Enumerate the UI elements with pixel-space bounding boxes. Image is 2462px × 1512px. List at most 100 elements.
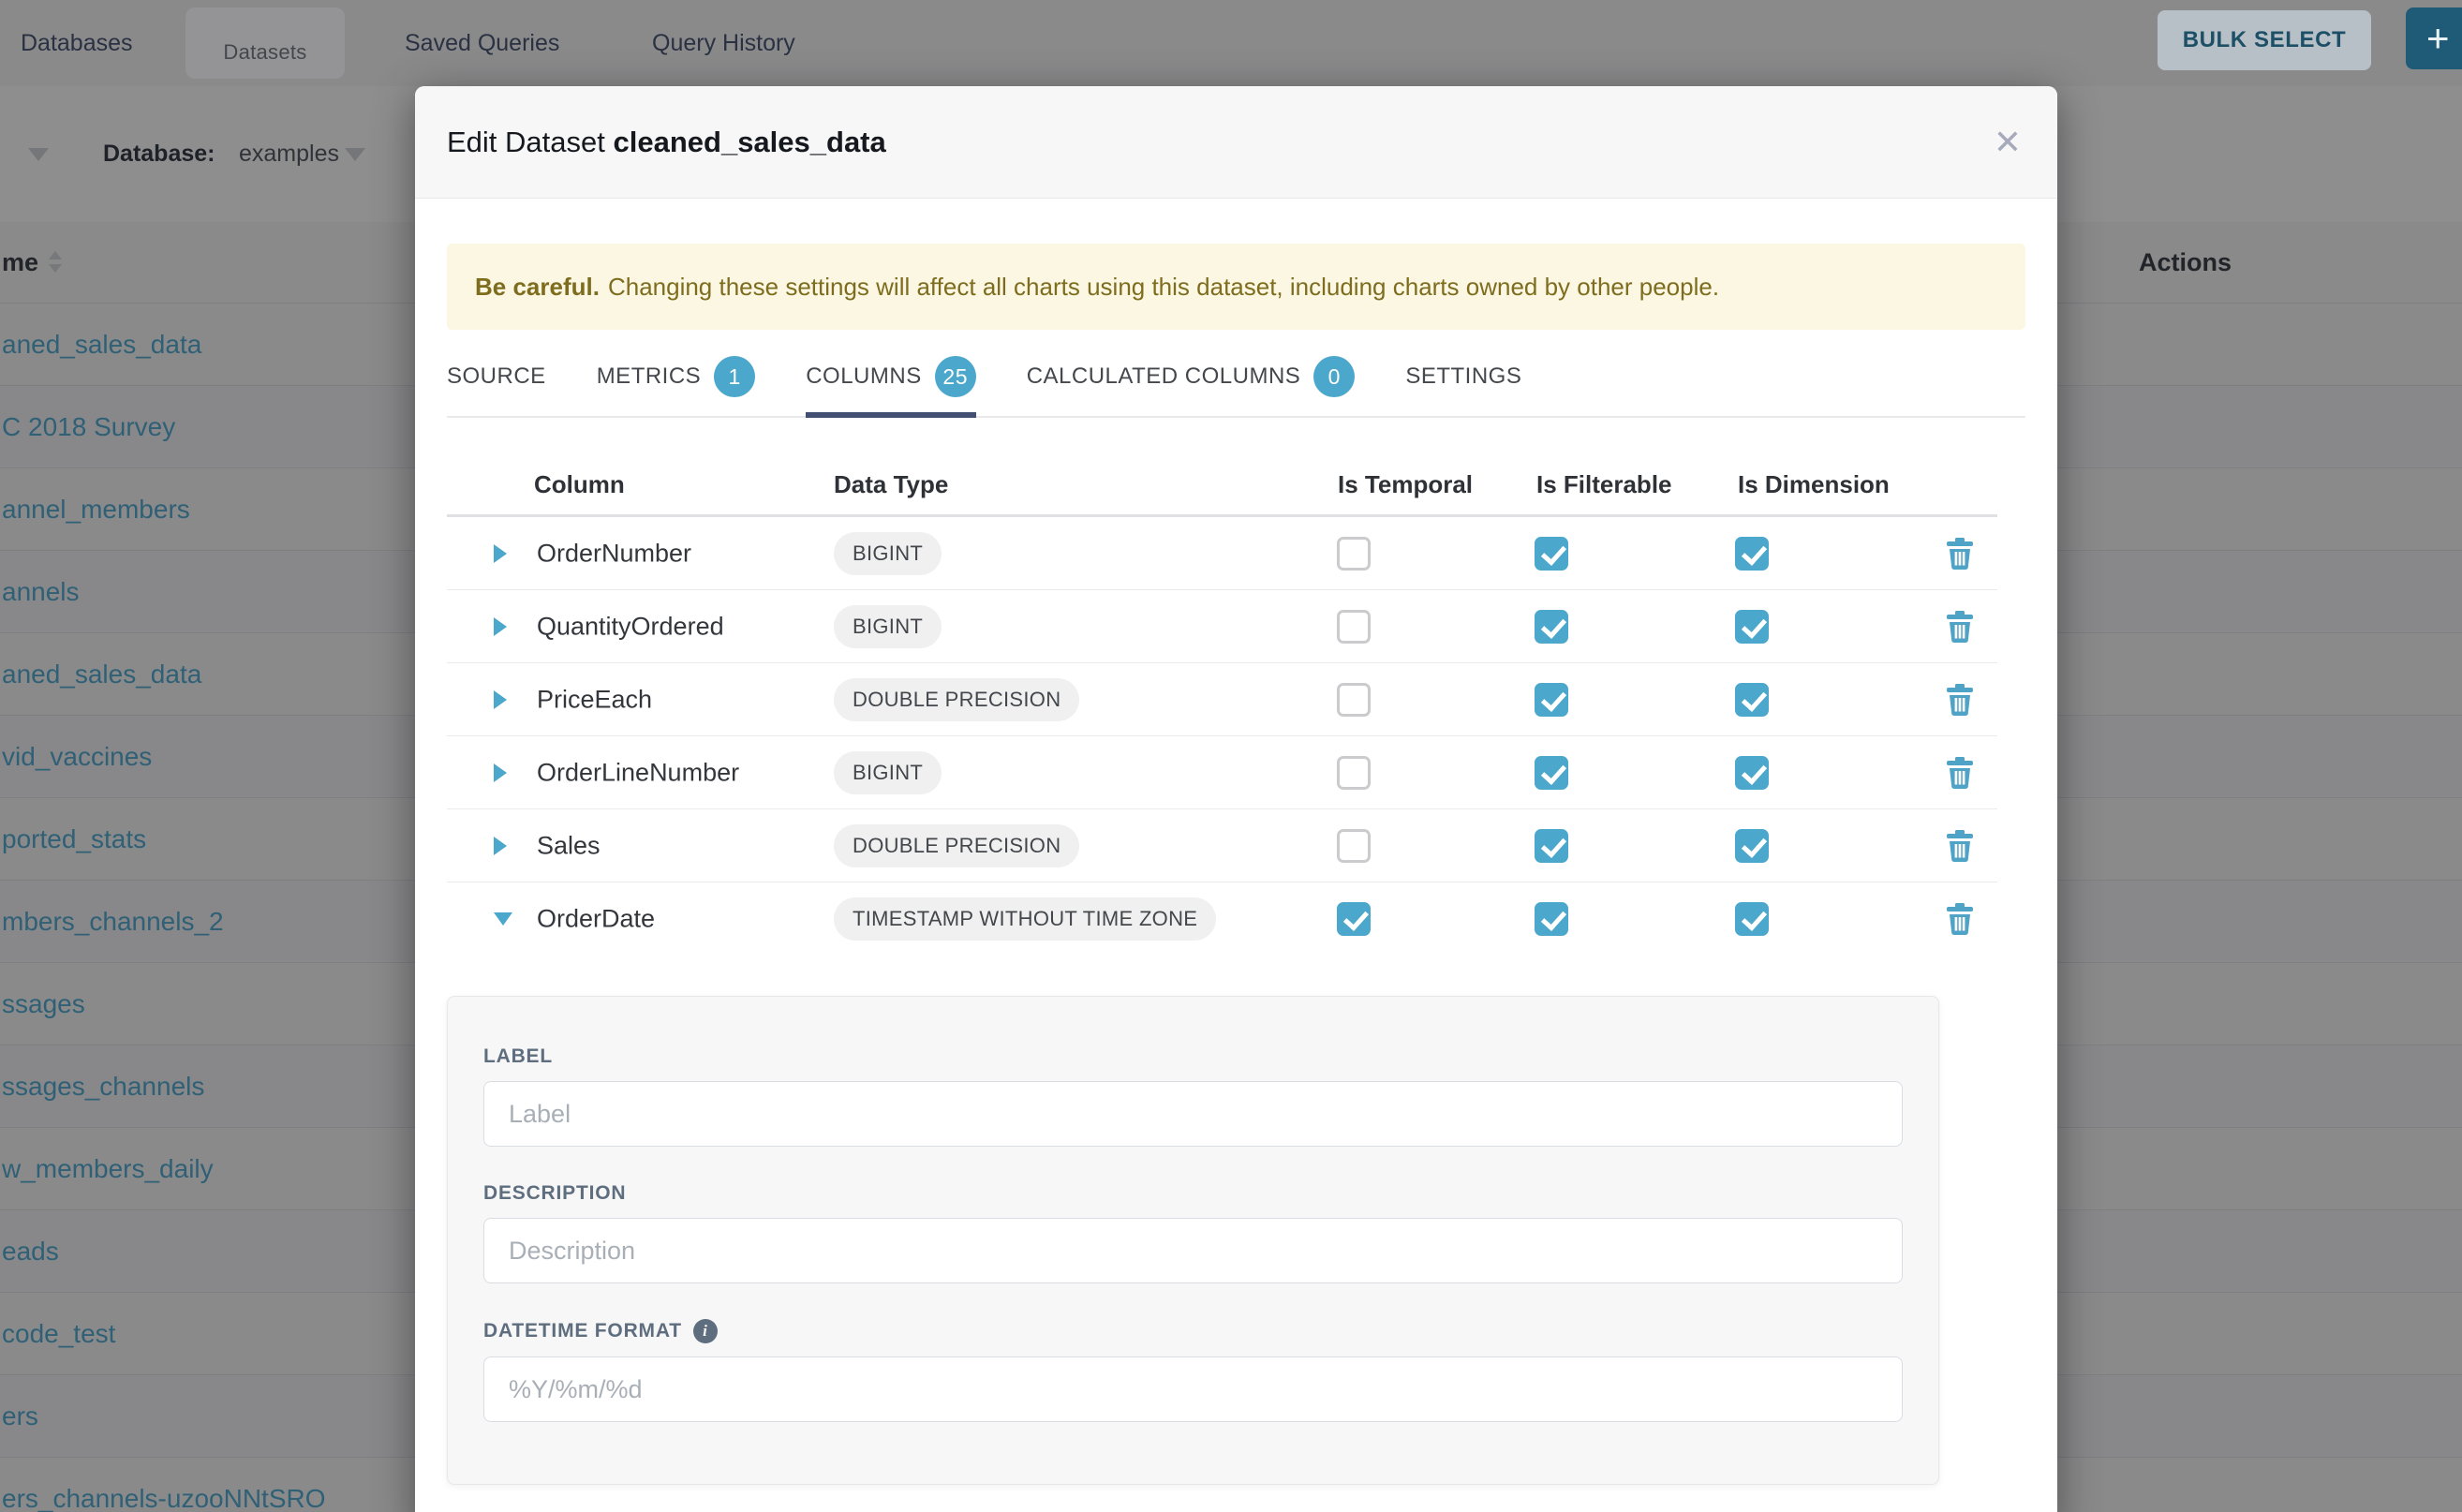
column-name: OrderLineNumber (537, 758, 739, 787)
is-dimension-checkbox[interactable] (1735, 683, 1769, 717)
header-data-type: Data Type (834, 470, 948, 499)
label-field-label: LABEL (483, 1045, 1903, 1068)
data-type-pill: TIMESTAMP WITHOUT TIME ZONE (834, 897, 1216, 941)
column-row: PriceEachDOUBLE PRECISION (447, 663, 1997, 736)
column-row: QuantityOrdered BIGINT (447, 590, 1997, 663)
dataset-link[interactable]: ers_channels-uzooNNtSRO (2, 1458, 326, 1512)
description-input[interactable] (483, 1218, 1903, 1283)
warning-text: Changing these settings will affect all … (608, 273, 1719, 302)
tab-metrics[interactable]: METRICS 1 (597, 356, 756, 416)
nav-item-saved-queries[interactable]: Saved Queries (405, 0, 559, 86)
delete-column-icon[interactable] (1946, 757, 1974, 789)
column-name: OrderNumber (537, 539, 691, 568)
nav-item-datasets-active[interactable]: Datasets (185, 7, 345, 79)
dataset-link[interactable]: w_members_daily (2, 1128, 214, 1210)
columns-table-header: Column Data Type Is Temporal Is Filterab… (447, 418, 1997, 517)
dataset-link[interactable]: ported_stats (2, 798, 146, 881)
column-row: OrderLineNumber BIGINT (447, 736, 1997, 809)
column-detail-panel: LABEL DESCRIPTION DATETIME FORMAT i (447, 996, 1939, 1485)
column-row: OrderNumber BIGINT (447, 517, 1997, 590)
is-filterable-checkbox[interactable] (1535, 829, 1568, 863)
is-filterable-checkbox[interactable] (1535, 610, 1568, 644)
add-dataset-button[interactable]: + (2406, 7, 2462, 69)
database-chevron-down-icon[interactable] (345, 148, 365, 161)
nav-item-query-history[interactable]: Query History (652, 0, 795, 86)
is-filterable-checkbox[interactable] (1535, 683, 1568, 717)
description-field-label: DESCRIPTION (483, 1182, 1903, 1205)
dataset-link[interactable]: aned_sales_data (2, 633, 201, 716)
sort-icon[interactable] (49, 251, 62, 273)
nav-item-databases[interactable]: Databases (21, 0, 133, 86)
database-filter-value[interactable]: examples (239, 86, 339, 222)
datetime-format-input[interactable] (483, 1356, 1903, 1422)
dataset-link[interactable]: ers (2, 1375, 38, 1458)
data-type-pill: DOUBLE PRECISION (834, 824, 1079, 867)
modal-header: Edit Dataset cleaned_sales_data ✕ (415, 86, 2057, 199)
delete-column-icon[interactable] (1946, 684, 1974, 716)
header-is-dimension: Is Dimension (1738, 470, 1890, 499)
is-temporal-checkbox[interactable] (1337, 683, 1371, 717)
dataset-link[interactable]: vid_vaccines (2, 716, 152, 798)
delete-column-icon[interactable] (1946, 830, 1974, 862)
dataset-link[interactable]: annels (2, 551, 80, 633)
is-temporal-checkbox[interactable] (1337, 756, 1371, 790)
edit-dataset-modal: Edit Dataset cleaned_sales_data ✕ Be car… (415, 86, 2057, 1512)
header-is-temporal: Is Temporal (1338, 470, 1473, 499)
datetime-format-field-label: DATETIME FORMAT i (483, 1319, 1903, 1343)
tab-calculated-columns[interactable]: CALCULATED COLUMNS 0 (1027, 356, 1356, 416)
column-row: SalesDOUBLE PRECISION (447, 809, 1997, 882)
dataset-link[interactable]: aned_sales_data (2, 304, 201, 386)
tab-source[interactable]: SOURCE (447, 356, 546, 416)
filter-chevron-down-icon[interactable] (28, 148, 49, 161)
expand-caret-icon[interactable] (494, 617, 507, 636)
expand-caret-icon[interactable] (494, 837, 507, 855)
columns-count-badge: 25 (935, 356, 976, 397)
close-icon[interactable]: ✕ (1994, 86, 2022, 199)
is-dimension-checkbox[interactable] (1735, 610, 1769, 644)
is-dimension-checkbox[interactable] (1735, 829, 1769, 863)
modal-tabs: SOURCE METRICS 1 COLUMNS 25 CALCULATED C… (447, 356, 2025, 418)
expand-caret-icon[interactable] (494, 763, 507, 782)
is-temporal-checkbox[interactable] (1337, 902, 1371, 936)
is-filterable-checkbox[interactable] (1535, 537, 1568, 571)
modal-title: Edit Dataset cleaned_sales_data (447, 126, 886, 159)
actions-column-header: Actions (2139, 222, 2232, 304)
header-is-filterable: Is Filterable (1536, 470, 1672, 499)
dataset-link[interactable]: code_test (2, 1293, 115, 1375)
columns-table-rows: OrderNumber BIGINT QuantityOrdered BIGINT Pr… (447, 517, 1997, 956)
expand-caret-icon[interactable] (494, 690, 507, 709)
dataset-link[interactable]: ssages_channels (2, 1045, 204, 1128)
is-temporal-checkbox[interactable] (1337, 610, 1371, 644)
tab-settings[interactable]: SETTINGS (1405, 356, 1521, 416)
label-input[interactable] (483, 1081, 1903, 1147)
warning-bold: Be careful. (475, 273, 600, 302)
is-filterable-checkbox[interactable] (1535, 756, 1568, 790)
delete-column-icon[interactable] (1946, 611, 1974, 643)
data-type-pill: BIGINT (834, 532, 942, 575)
dataset-link[interactable]: ssages (2, 963, 85, 1045)
dataset-link[interactable]: eads (2, 1210, 59, 1293)
data-type-pill: BIGINT (834, 605, 942, 648)
modal-dataset-name: cleaned_sales_data (614, 126, 886, 158)
dataset-link[interactable]: mbers_channels_2 (2, 881, 224, 963)
is-dimension-checkbox[interactable] (1735, 756, 1769, 790)
calculated-columns-count-badge: 0 (1313, 356, 1355, 397)
is-filterable-checkbox[interactable] (1535, 902, 1568, 936)
delete-column-icon[interactable] (1946, 903, 1974, 935)
delete-column-icon[interactable] (1946, 538, 1974, 570)
is-dimension-checkbox[interactable] (1735, 902, 1769, 936)
info-icon[interactable]: i (693, 1319, 718, 1343)
collapse-caret-icon[interactable] (494, 912, 512, 926)
expand-caret-icon[interactable] (494, 544, 507, 563)
is-dimension-checkbox[interactable] (1735, 537, 1769, 571)
dataset-link[interactable]: annel_members (2, 468, 190, 551)
is-temporal-checkbox[interactable] (1337, 829, 1371, 863)
name-column-header: me (2, 222, 38, 304)
dataset-link[interactable]: C 2018 Survey (2, 386, 175, 468)
column-name: QuantityOrdered (537, 612, 724, 641)
metrics-count-badge: 1 (714, 356, 755, 397)
data-type-pill: BIGINT (834, 751, 942, 794)
bulk-select-button[interactable]: BULK SELECT (2158, 10, 2371, 70)
is-temporal-checkbox[interactable] (1337, 537, 1371, 571)
tab-columns[interactable]: COLUMNS 25 (806, 356, 976, 418)
